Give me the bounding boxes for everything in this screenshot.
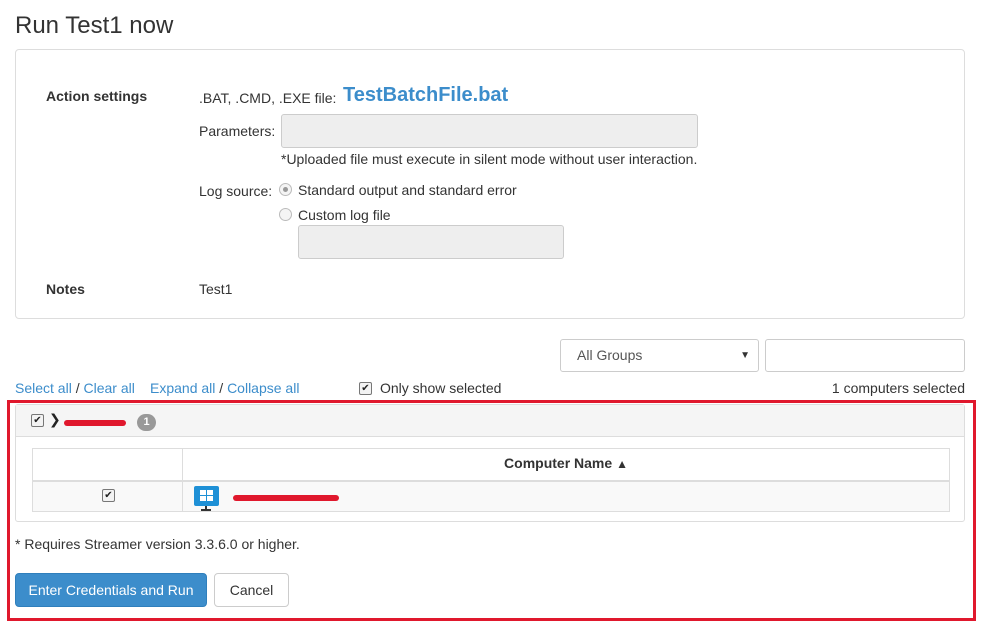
cancel-button[interactable]: Cancel [214,573,289,607]
silent-mode-note: *Uploaded file must execute in silent mo… [281,151,698,167]
group-select[interactable]: All Groups ▼ [560,339,759,372]
collapse-all-link[interactable]: Collapse all [227,380,299,396]
windows-monitor-icon [194,486,219,506]
computer-name-header[interactable]: Computer Name ▲ [183,455,949,471]
log-standard-radio[interactable] [279,183,292,196]
custom-log-input[interactable] [298,225,564,259]
only-show-selected-checkbox[interactable]: ✔ [359,382,372,395]
redaction-mark [233,495,339,501]
action-settings-label: Action settings [46,88,148,104]
log-standard-label: Standard output and standard error [298,182,517,198]
group-count-badge: 1 [137,414,156,431]
clear-all-link[interactable]: Clear all [83,380,134,396]
group-select-value: All Groups [577,347,643,363]
group-header: ✔ ❯ 1 [16,405,964,437]
log-source-label: Log source: [199,183,273,199]
group-checkbox[interactable]: ✔ [31,414,44,427]
separator: / [75,380,80,396]
sort-ascending-icon: ▲ [616,457,628,471]
select-all-link[interactable]: Select all [15,380,72,396]
file-label: .BAT, .CMD, .EXE file: [199,90,337,106]
expand-all-link[interactable]: Expand all [150,380,215,396]
notes-label: Notes [46,281,85,297]
only-show-selected-label: Only show selected [380,380,502,396]
page-title: Run Test1 now [15,12,174,39]
group-panel: ✔ ❯ 1 Computer Name ▲ ✔ [15,404,965,522]
requirement-note: * Requires Streamer version 3.3.6.0 or h… [15,536,300,552]
chevron-down-icon[interactable]: ❯ [49,411,61,428]
parameters-input[interactable] [281,114,698,148]
parameters-label: Parameters: [199,123,276,139]
notes-value: Test1 [199,281,233,297]
enter-credentials-run-button[interactable]: Enter Credentials and Run [15,573,207,607]
table-row-checkbox[interactable]: ✔ [102,489,115,502]
log-custom-label: Custom log file [298,207,391,223]
action-settings-panel: Action settings .BAT, .CMD, .EXE file: T… [15,49,965,319]
caret-down-icon: ▼ [740,350,750,361]
log-custom-radio[interactable] [279,208,292,221]
computer-search-input[interactable] [765,339,965,372]
separator: / [219,380,224,396]
column-header-label: Computer Name [504,455,613,471]
selected-count: 1 computers selected [831,380,965,396]
redaction-mark [64,420,126,426]
file-name: TestBatchFile.bat [343,84,509,106]
computers-table: Computer Name ▲ ✔ [32,448,950,512]
